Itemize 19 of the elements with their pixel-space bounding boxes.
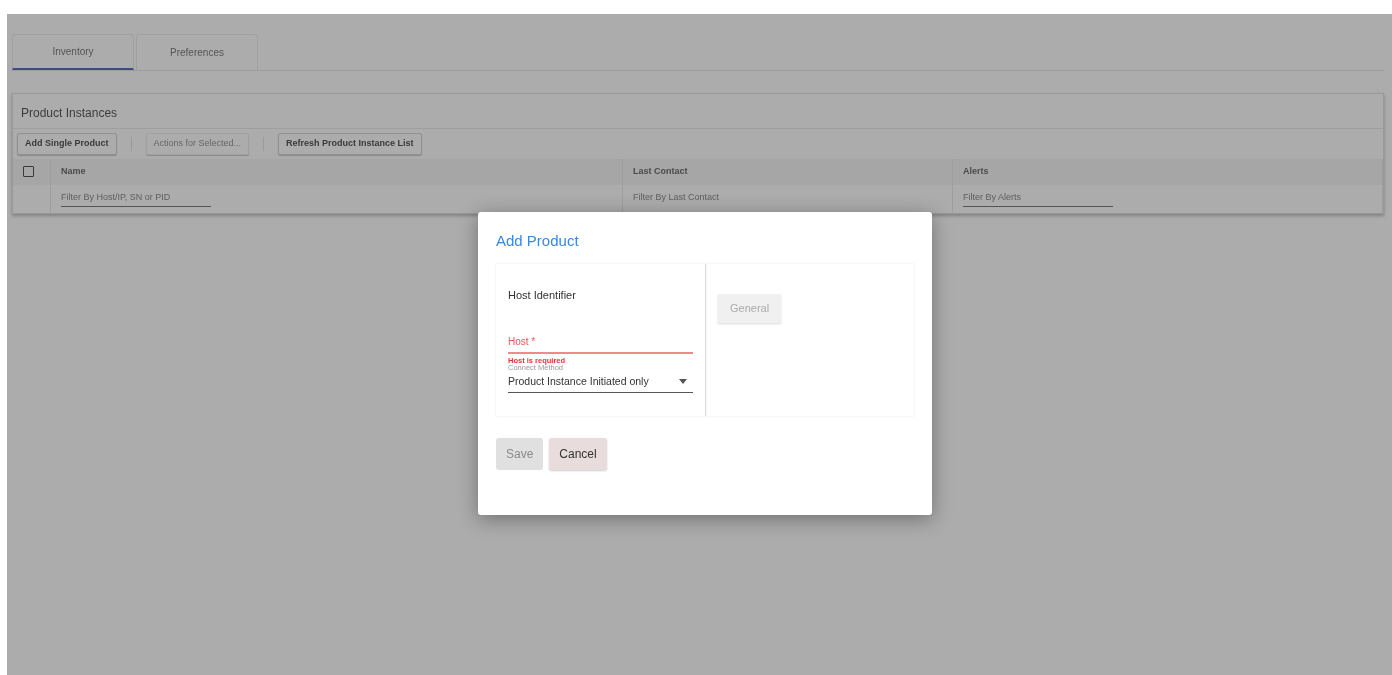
tab[interactable]: Inventory bbox=[12, 34, 134, 70]
section-label: Host Identifier bbox=[508, 288, 577, 303]
column-header[interactable]: Last Contact bbox=[633, 164, 688, 179]
filter-field[interactable]: Filter By Last Contact bbox=[633, 190, 783, 207]
filter-field[interactable]: Filter By Host/IP, SN or PID bbox=[61, 190, 211, 207]
toolbar-button[interactable]: Refresh Product Instance List bbox=[278, 133, 422, 155]
caret-icon bbox=[679, 378, 687, 384]
tab[interactable]: Preferences bbox=[136, 34, 258, 70]
column-header[interactable]: Name bbox=[61, 164, 86, 179]
toolbar-button[interactable]: Add Single Product bbox=[17, 133, 117, 155]
column-header[interactable]: Alerts bbox=[963, 164, 989, 179]
filter-field[interactable]: Filter By Alerts bbox=[963, 190, 1113, 207]
select-value: Product Instance Initiated only bbox=[508, 373, 649, 389]
dialog-title: Add Product bbox=[496, 232, 580, 250]
panel-title: Product Instances bbox=[13, 94, 1383, 129]
dialog-button[interactable]: Cancel bbox=[549, 438, 607, 470]
checkbox[interactable] bbox=[23, 166, 34, 177]
host-field[interactable]: Host * bbox=[508, 333, 693, 354]
select-field[interactable]: Product Instance Initiated only bbox=[508, 371, 693, 394]
